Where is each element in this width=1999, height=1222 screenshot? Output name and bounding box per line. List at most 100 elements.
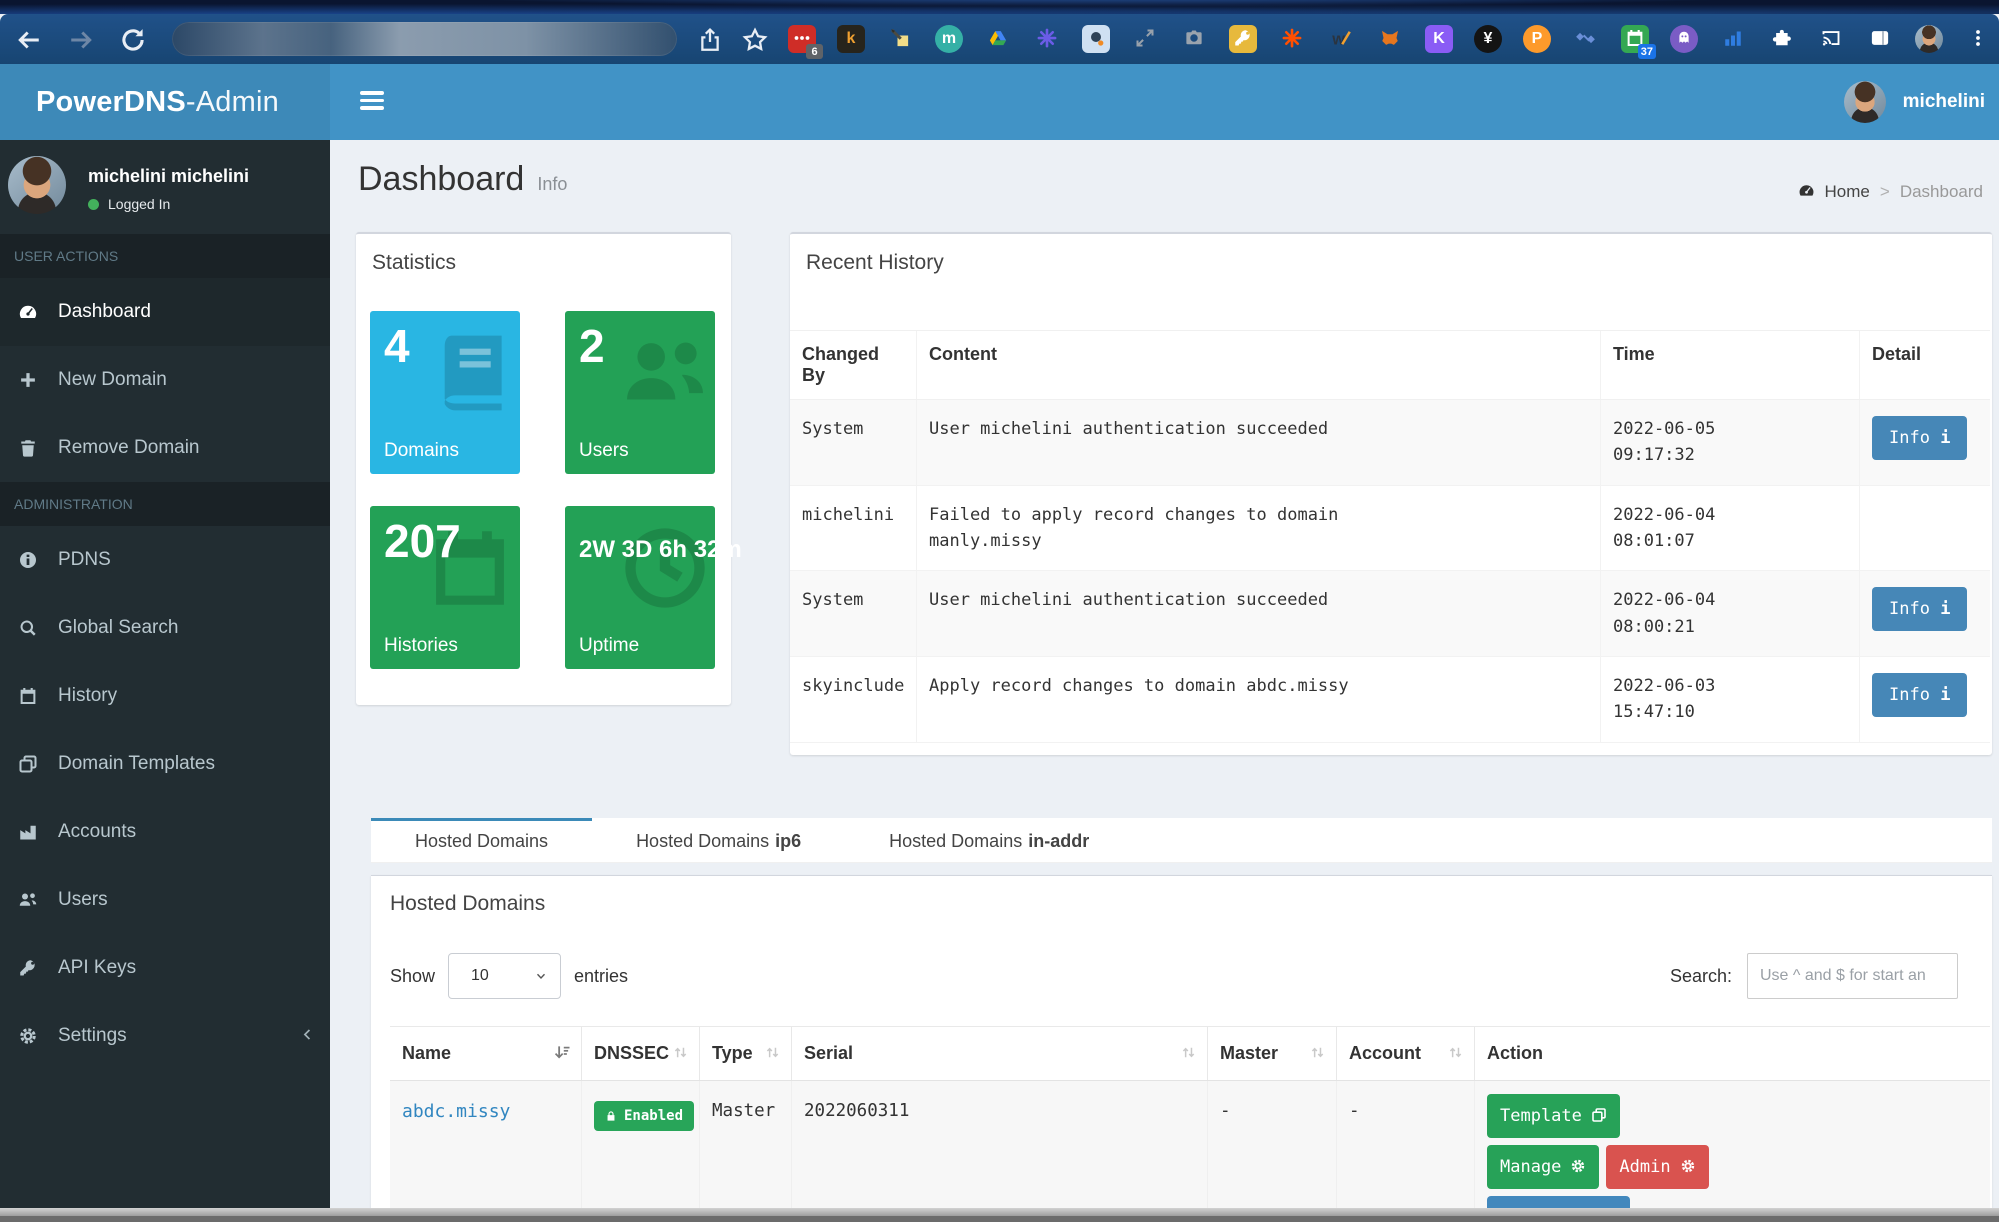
k-purple-icon[interactable]: K [1424,24,1454,54]
tachometer-icon [15,302,41,322]
fullscreen-arrows-icon[interactable] [1130,24,1160,54]
info-button[interactable]: Info i [1872,587,1967,631]
info-button[interactable]: Info i [1872,416,1967,460]
sidebar-toggle-icon[interactable] [360,91,384,111]
sidebar-item-new-domain[interactable]: New Domain [0,346,330,414]
breadcrumb-home-link[interactable]: Home [1825,182,1870,202]
refresh-icon[interactable] [120,26,146,52]
stat-value: 2W 3D 6h 32m [565,506,715,564]
sidebar-item-dashboard[interactable]: Dashboard [0,278,330,346]
sort-active-icon[interactable] [554,1043,571,1064]
sidebar-item-domain-templates[interactable]: Domain Templates [0,730,330,798]
calendar-extension-icon[interactable]: 37 [1620,24,1650,54]
sidebar-item-global-search[interactable]: Global Search [0,594,330,662]
lock-icon [605,1108,617,1124]
tab-hosted-domains-in-addr[interactable]: Hosted Domainsin-addr [845,818,1133,862]
domain-master-cell: - [1208,1081,1337,1222]
sidebar-item-pdns[interactable]: PDNS [0,526,330,594]
statistics-box: Statistics 4 Domains 2 Users 207 Histori… [356,232,731,705]
navbar-avatar [1844,81,1886,123]
domains-column-name[interactable]: Name [390,1027,582,1080]
bookmark-star-icon[interactable] [742,26,768,52]
medium-m-icon[interactable]: m [934,24,964,54]
history-time: 2022-06-0408:01:07 [1601,486,1860,571]
profile-avatar-icon[interactable] [1914,24,1944,54]
navbar-user-menu[interactable]: michelini [1844,64,1985,140]
domains-column-dnssec[interactable]: DNSSEC [582,1027,700,1080]
industry-icon [15,822,41,842]
domain-action-cell: Template Manage Admin Changelog [1475,1081,1990,1222]
browser-menu-icon[interactable] [1963,24,1993,54]
analytics-bars-icon[interactable] [1718,24,1748,54]
zapier-icon[interactable] [1277,24,1307,54]
info-button[interactable]: Info i [1872,673,1967,717]
history-column-content: Content [917,331,1601,399]
share-icon[interactable] [697,26,723,52]
sidebar-item-accounts[interactable]: Accounts [0,798,330,866]
sidebar-item-settings[interactable]: Settings [0,1002,330,1070]
template-button[interactable]: Template [1487,1094,1620,1138]
gear-icon [1680,1157,1696,1177]
sidebar-item-history[interactable]: History [0,662,330,730]
back-icon[interactable] [16,26,42,52]
password-manager-icon[interactable]: 6 [787,24,817,54]
app-logo[interactable]: PowerDNS-Admin [0,64,330,140]
domains-column-account[interactable]: Account [1337,1027,1475,1080]
purple-flower-icon[interactable] [1032,24,1062,54]
admin-button[interactable]: Admin [1606,1145,1708,1189]
page-size-row: Show 10 entries [390,953,628,999]
domains-column-master[interactable]: Master [1208,1027,1337,1080]
page-size-select[interactable]: 10 [448,953,561,999]
tab-hosted-domains-ip6[interactable]: Hosted Domainsip6 [592,818,845,862]
domains-column-type[interactable]: Type [700,1027,792,1080]
window-bottom-edge [0,1208,1999,1216]
domains-column-serial[interactable]: Serial [792,1027,1208,1080]
side-panel-icon[interactable] [1865,24,1895,54]
stat-label: Users [579,440,629,462]
google-drive-icon[interactable] [983,24,1013,54]
stat-card-users[interactable]: 2 Users [565,311,715,474]
hosted-domains-tabs: Hosted Domains Hosted Domainsip6 Hosted … [371,818,1992,863]
manage-button[interactable]: Manage [1487,1145,1599,1189]
stat-card-uptime[interactable]: 2W 3D 6h 32m Uptime [565,506,715,669]
sidebar-item-remove-domain[interactable]: Remove Domain [0,414,330,482]
highlighter-note-icon[interactable] [885,24,915,54]
gear-icon [15,1026,41,1046]
history-content: User michelini authentication succeeded [917,400,1601,485]
sort-icon[interactable] [1447,1043,1464,1064]
sort-icon[interactable] [672,1043,689,1064]
stat-card-histories[interactable]: 207 Histories [370,506,520,669]
domain-name-cell: abdc.missy [390,1081,582,1222]
dnssec-badge: Enabled [594,1101,694,1131]
breadcrumb: Home > Dashboard [1798,182,1983,202]
ghostery-icon[interactable] [1669,24,1699,54]
cast-icon[interactable] [1816,24,1846,54]
address-bar[interactable] [172,22,677,56]
fist-photo-icon[interactable] [1081,24,1111,54]
sort-icon[interactable] [1309,1043,1326,1064]
domain-link[interactable]: abdc.missy [402,1101,510,1122]
stat-card-domains[interactable]: 4 Domains [370,311,520,474]
page-head: Dashboard Info [358,160,567,199]
sort-icon[interactable] [764,1043,781,1064]
desktop-wallpaper [0,0,1999,14]
domains-column-action[interactable]: Action [1475,1027,1990,1080]
satellite-icon[interactable] [1571,24,1601,54]
screenshot-camera-icon[interactable] [1179,24,1209,54]
keywords-everywhere-icon[interactable]: k [836,24,866,54]
black-coin-icon[interactable]: ¥ [1473,24,1503,54]
tab-hosted-domains[interactable]: Hosted Domains [371,818,592,862]
history-detail: Info i [1860,400,1990,485]
yellow-key-icon[interactable] [1228,24,1258,54]
sort-icon[interactable] [1180,1043,1197,1064]
metamask-fox-icon[interactable] [1375,24,1405,54]
screen: 6kmwK¥P37 PowerDNS-Admin michelini miche… [0,0,1999,1222]
w-pencil-icon[interactable]: w [1326,24,1356,54]
patreon-p-icon[interactable]: P [1522,24,1552,54]
search-input[interactable] [1747,953,1958,999]
sidebar-item-api-keys[interactable]: API Keys [0,934,330,1002]
history-column-changed-by: Changed By [790,331,917,399]
extensions-puzzle-icon[interactable] [1767,24,1797,54]
forward-icon[interactable] [68,26,94,52]
sidebar-item-users[interactable]: Users [0,866,330,934]
